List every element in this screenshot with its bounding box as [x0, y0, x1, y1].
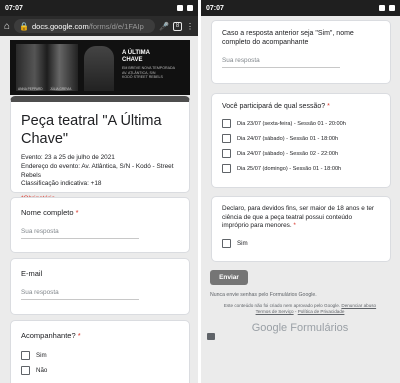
required-star: *: [327, 103, 330, 110]
question-name-card: Nome completo * Sua resposta: [10, 197, 190, 253]
form-title-card: Peça teatral "A Última Chave" Evento: 23…: [10, 96, 190, 202]
question-companion-name-card: Caso a resposta anterior seja "Sim", nom…: [211, 20, 391, 84]
status-bar: 07:07: [201, 0, 400, 16]
checkbox-icon[interactable]: [222, 164, 231, 174]
checkbox-option[interactable]: Dia 24/07 (sábado) - Sessão 01 - 18:00h: [222, 134, 380, 144]
signal-icon: [177, 5, 183, 11]
lock-icon: 🔒: [19, 21, 30, 31]
question-declaration-label: Declaro, para devidos fins, ser maior de…: [222, 205, 375, 230]
required-star: *: [293, 222, 296, 230]
banner-caption-1: ANNA PEPPARD: [18, 87, 43, 91]
required-star: *: [77, 331, 81, 340]
google-forms-logo: Google Formulários: [251, 322, 349, 334]
report-feedback-icon[interactable]: [207, 333, 215, 340]
microphone-icon[interactable]: 🎤: [159, 22, 169, 31]
password-warning: Nunca envie senhas pelo Formulários Goog…: [210, 292, 317, 298]
url-host: docs.google.com: [32, 21, 89, 31]
tabs-icon[interactable]: 8: [173, 21, 182, 31]
question-companion-label: Acompanhante? *: [21, 331, 81, 340]
left-screen: 07:07 ⌂ 🔒 docs.google.com/forms/d/e/1FAI…: [0, 0, 198, 383]
required-star: *: [75, 208, 79, 217]
checkbox-option[interactable]: Sim: [21, 351, 179, 361]
checkbox-icon[interactable]: [222, 134, 231, 144]
question-email-label: E-mail: [21, 269, 43, 278]
banner-caption-2: JÚLIA GREVIA: [50, 87, 72, 91]
url-path: /forms/d/e/1FAIp: [88, 21, 144, 31]
more-menu-icon[interactable]: ⋮: [186, 22, 194, 31]
status-time: 07:07: [5, 4, 23, 12]
home-icon[interactable]: ⌂: [4, 21, 10, 32]
question-name-label: Nome completo *: [21, 208, 79, 217]
footer-disclaimer: Este conteúdo não foi criado nem aprovad…: [223, 303, 377, 315]
status-bar: 07:07: [0, 0, 198, 16]
browser-toolbar: ⌂ 🔒 docs.google.com/forms/d/e/1FAIp 🎤 8 …: [0, 16, 198, 36]
email-input[interactable]: Sua resposta: [21, 289, 139, 301]
checkbox-icon[interactable]: [21, 366, 30, 376]
status-time: 07:07: [206, 4, 224, 12]
terms-link[interactable]: Termos de Serviço: [256, 309, 294, 314]
checkbox-option[interactable]: Dia 24/07 (sábado) - Sessão 02 - 22:00h: [222, 149, 380, 159]
question-session-label: Você participará de qual sessão? *: [222, 103, 330, 110]
checkbox-option[interactable]: Sim: [222, 238, 380, 248]
banner-title: A ÚLTIMA CHAVE: [122, 50, 150, 63]
companion-name-input[interactable]: Sua resposta: [222, 57, 340, 68]
system-icons: [177, 5, 193, 11]
question-companion-name-label: Caso a resposta anterior seja "Sim", nom…: [222, 30, 354, 47]
banner-subtitle: EM BREVE NOVA TEMPORADA AV. ATLÂNTICA, S…: [122, 66, 175, 80]
checkbox-icon[interactable]: [222, 238, 231, 248]
signal-icon: [379, 5, 385, 11]
address-bar[interactable]: 🔒 docs.google.com/forms/d/e/1FAIp: [14, 19, 156, 33]
checkbox-icon[interactable]: [222, 119, 231, 129]
checkbox-option[interactable]: Dia 23/07 (sexta-feira) - Sessão 01 - 20…: [222, 119, 380, 129]
question-declaration-card: Declaro, para devidos fins, ser maior de…: [211, 196, 391, 262]
right-screen: 07:07 Caso a resposta anterior seja "Sim…: [201, 0, 400, 383]
checkbox-icon[interactable]: [21, 351, 30, 361]
question-companion-card: Acompanhante? * Sim Não: [10, 320, 190, 383]
question-email-card: E-mail Sua resposta: [10, 258, 190, 315]
system-icons: [379, 5, 395, 11]
battery-icon: [389, 5, 395, 11]
banner-photo-figure: [84, 46, 114, 91]
name-input[interactable]: Sua resposta: [21, 228, 139, 240]
checkbox-option[interactable]: Não: [21, 366, 179, 376]
header-banner-image: A ÚLTIMA CHAVE EM BREVE NOVA TEMPORADA A…: [10, 40, 190, 95]
privacy-link[interactable]: Política de Privacidade: [298, 309, 345, 314]
form-description: Evento: 23 a 25 de julho de 2021 Endereç…: [21, 154, 174, 188]
checkbox-icon[interactable]: [222, 149, 231, 159]
banner-photo-actors: [16, 44, 78, 91]
battery-icon: [187, 5, 193, 11]
form-title: Peça teatral "A Última Chave": [21, 113, 162, 148]
question-session-card: Você participará de qual sessão? * Dia 2…: [211, 93, 391, 188]
report-abuse-link[interactable]: Denunciar abuso: [341, 303, 376, 308]
submit-button[interactable]: Enviar: [210, 270, 248, 285]
checkbox-option[interactable]: Dia 25/07 (domingo) - Sessão 01 - 18:00h: [222, 164, 380, 174]
